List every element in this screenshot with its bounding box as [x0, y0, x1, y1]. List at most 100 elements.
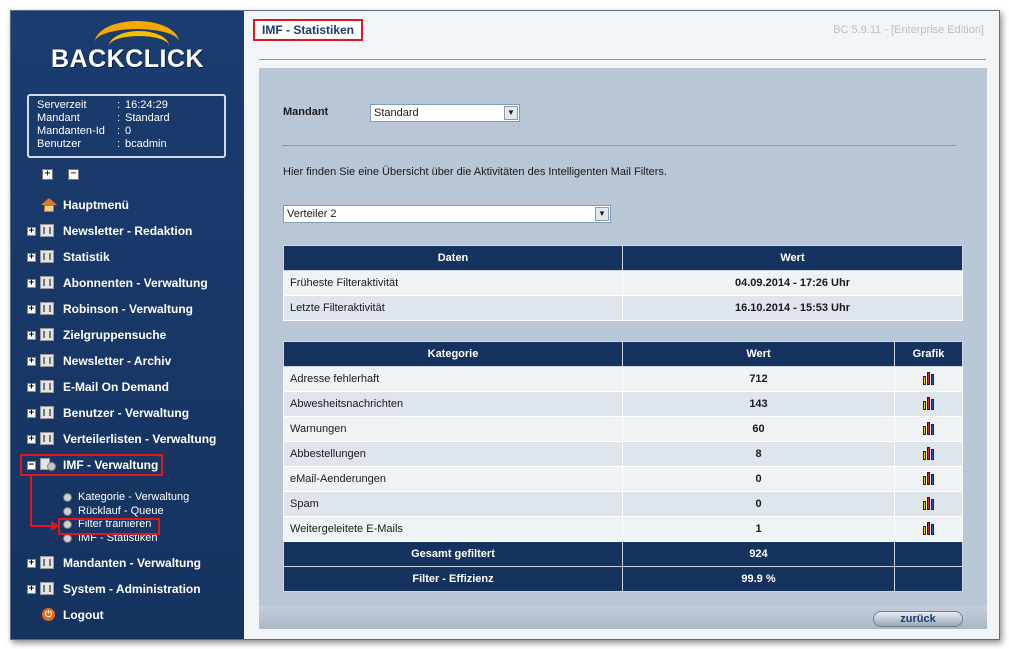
bar-chart-icon[interactable]	[922, 422, 936, 436]
chart-cell[interactable]	[894, 416, 963, 442]
nav-item-statistik[interactable]: + Statistik	[11, 247, 244, 267]
bar-chart-icon[interactable]	[922, 522, 936, 536]
nav-item-zielgruppensuche[interactable]: + Zielgruppensuche	[11, 325, 244, 345]
arrow-icon	[51, 521, 59, 531]
expand-icon[interactable]: +	[27, 253, 36, 262]
chart-cell[interactable]	[894, 466, 963, 492]
nav-item-system[interactable]: + System - Administration	[11, 579, 244, 599]
nav-item-newsletter-archiv[interactable]: + Newsletter - Archiv	[11, 351, 244, 371]
divider	[282, 145, 956, 146]
bar-chart-icon[interactable]	[922, 447, 936, 461]
bar-chart-icon[interactable]	[922, 497, 936, 511]
dropdown-arrow-icon[interactable]: ▼	[504, 106, 518, 120]
row-label: Abbestellungen	[283, 441, 623, 467]
column-header: Wert	[622, 341, 895, 367]
folder-icon	[40, 250, 54, 263]
row-label: eMail-Aenderungen	[283, 466, 623, 492]
gear-icon	[63, 534, 72, 543]
row-value: 0	[622, 491, 895, 517]
table-row: Letzte Filteraktivität 16.10.2014 - 15:5…	[283, 295, 963, 321]
expand-icon[interactable]: +	[27, 559, 36, 568]
nav-item-benutzer[interactable]: + Benutzer - Verwaltung	[11, 403, 244, 423]
row-value: 1	[622, 516, 895, 542]
info-value: 16:24:29	[125, 99, 168, 111]
gear-icon	[63, 493, 72, 502]
folder-icon	[40, 354, 54, 367]
row-label: Weitergeleitete E-Mails	[283, 516, 623, 542]
table-row: eMail-Aenderungen 0	[283, 466, 963, 492]
expand-icon[interactable]: +	[27, 435, 36, 444]
nav-item-mandanten[interactable]: + Mandanten - Verwaltung	[11, 553, 244, 573]
expand-icon[interactable]: +	[27, 279, 36, 288]
nav-label: E-Mail On Demand	[63, 380, 170, 394]
chart-cell[interactable]	[894, 516, 963, 542]
row-label: Letzte Filteraktivität	[283, 295, 623, 321]
row-value: 8	[622, 441, 895, 467]
content-panel: Mandant Standard ▼ Hier finden Sie eine …	[259, 68, 987, 606]
folder-icon	[40, 406, 54, 419]
expand-icon[interactable]: +	[27, 305, 36, 314]
bar-chart-icon[interactable]	[922, 397, 936, 411]
info-value: Standard	[125, 112, 170, 124]
nav-label: Abonnenten - Verwaltung	[63, 276, 208, 290]
back-button[interactable]: zurück	[873, 611, 963, 627]
verteiler-select-value: Verteiler 2	[287, 208, 337, 220]
mandant-select[interactable]: Standard ▼	[370, 104, 520, 122]
nav-item-hauptmenue[interactable]: Hauptmenü	[11, 195, 244, 215]
home-icon	[41, 198, 57, 212]
row-value: 16.10.2014 - 15:53 Uhr	[622, 295, 963, 321]
expand-icon[interactable]: +	[27, 357, 36, 366]
column-header: Kategorie	[283, 341, 623, 367]
verteiler-select[interactable]: Verteiler 2 ▼	[283, 205, 611, 223]
total-empty	[894, 566, 963, 592]
category-table: Kategorie Wert Grafik Adresse fehlerhaft…	[283, 341, 963, 592]
expand-icon[interactable]: +	[27, 227, 36, 236]
collapse-all-button[interactable]: −	[68, 169, 79, 180]
dropdown-arrow-icon[interactable]: ▼	[595, 207, 609, 221]
nav-item-abonnenten[interactable]: + Abonnenten - Verwaltung	[11, 273, 244, 293]
info-row: Benutzer: bcadmin	[37, 138, 216, 151]
version-label: BC 5.9.11 - [Enterprise Edition]	[833, 24, 984, 36]
table-header-row: Kategorie Wert Grafik	[283, 341, 963, 367]
dates-table: Daten Wert Früheste Filteraktivität 04.0…	[283, 245, 963, 321]
row-label: Abwesheitsnachrichten	[283, 391, 623, 417]
chart-cell[interactable]	[894, 491, 963, 517]
info-row: Serverzeit:16:24:29	[37, 99, 216, 112]
nav-label: Hauptmenü	[63, 198, 129, 212]
nav-item-email-on-demand[interactable]: + E-Mail On Demand	[11, 377, 244, 397]
nav-label: Mandanten - Verwaltung	[63, 556, 202, 570]
chart-cell[interactable]	[894, 391, 963, 417]
row-label: Adresse fehlerhaft	[283, 366, 623, 392]
bar-chart-icon[interactable]	[922, 472, 936, 486]
nav-item-newsletter-redaktion[interactable]: + Newsletter - Redaktion	[11, 221, 244, 241]
nav-item-verteilerlisten[interactable]: + Verteilerlisten - Verwaltung	[11, 429, 244, 449]
footer-bar: zurück	[259, 606, 987, 629]
info-sep: :	[117, 138, 121, 150]
main-content: IMF - Statistiken BC 5.9.11 - [Enterpris…	[244, 11, 999, 639]
info-key: Mandant	[37, 112, 80, 124]
expand-icon[interactable]: +	[27, 331, 36, 340]
total-label: Gesamt gefiltert	[283, 541, 623, 567]
expand-icon[interactable]: +	[27, 585, 36, 594]
intro-text: Hier finden Sie eine Übersicht über die …	[283, 166, 667, 178]
app-window: BACKCLICK Serverzeit:16:24:29 Mandant: St…	[10, 10, 1000, 640]
nav-item-robinson[interactable]: + Robinson - Verwaltung	[11, 299, 244, 319]
highlight-imf-statistiken	[58, 518, 160, 535]
nav-item-logout[interactable]: ⏻ Logout	[11, 605, 244, 625]
bar-chart-icon[interactable]	[922, 372, 936, 386]
row-value: 143	[622, 391, 895, 417]
info-value: 0	[125, 125, 132, 137]
chart-cell[interactable]	[894, 366, 963, 392]
page-title: IMF - Statistiken	[253, 19, 364, 41]
info-sep: :	[117, 112, 121, 124]
subnav-label: Kategorie - Verwaltung	[78, 491, 190, 503]
mandant-label: Mandant	[283, 106, 329, 118]
info-key: Serverzeit	[37, 99, 87, 111]
expand-icon[interactable]: +	[27, 409, 36, 418]
expand-all-button[interactable]: +	[42, 169, 53, 180]
table-total-row: Gesamt gefiltert 924	[283, 541, 963, 567]
total-label: Filter - Effizienz	[283, 566, 623, 592]
expand-icon[interactable]: +	[27, 383, 36, 392]
chart-cell[interactable]	[894, 441, 963, 467]
highlight-imf-verwaltung	[20, 454, 163, 476]
